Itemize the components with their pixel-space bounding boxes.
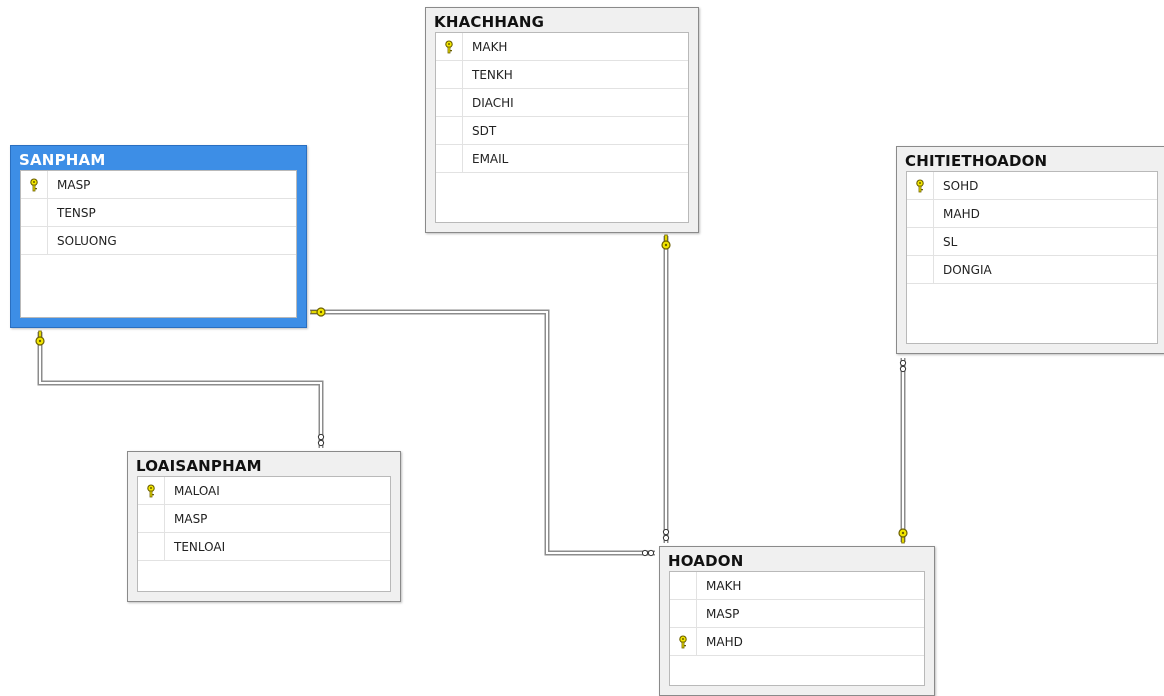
column-name: SOLUONG xyxy=(57,233,117,248)
row-selector[interactable] xyxy=(436,61,463,88)
column-grid: MASP TENSP SOLUONG xyxy=(20,170,297,318)
column-row[interactable]: MALOAI xyxy=(138,477,390,505)
row-selector[interactable] xyxy=(907,200,934,227)
column-grid: MAKH MASP MAHD xyxy=(669,571,925,686)
column-row[interactable]: EMAIL xyxy=(436,145,688,173)
row-selector[interactable] xyxy=(21,227,48,254)
relationship-sanpham-loaisanpham[interactable] xyxy=(35,330,325,448)
row-selector[interactable] xyxy=(670,600,697,627)
row-selector[interactable] xyxy=(138,505,165,532)
relationship-many-icon xyxy=(662,528,670,542)
table-loaisanpham[interactable]: LOAISANPHAM MALOAI MASP TENLOAI xyxy=(127,451,401,602)
row-selector[interactable] xyxy=(436,33,463,60)
table-title: HOADON xyxy=(668,552,744,570)
row-selector[interactable] xyxy=(436,89,463,116)
column-name: MAKH xyxy=(472,39,508,54)
column-row[interactable]: MAHD xyxy=(907,200,1157,228)
primary-key-icon xyxy=(677,634,689,649)
primary-key-icon xyxy=(28,177,40,192)
row-selector[interactable] xyxy=(21,171,48,198)
column-row[interactable]: MASP xyxy=(138,505,390,533)
column-name: SOHD xyxy=(943,178,979,193)
column-name: SL xyxy=(943,234,958,249)
row-selector[interactable] xyxy=(21,199,48,226)
column-name: MAHD xyxy=(706,634,743,649)
column-name: TENKH xyxy=(472,67,513,82)
relationship-many-icon xyxy=(317,433,325,447)
column-row[interactable]: MASP xyxy=(21,171,296,199)
column-row[interactable]: DONGIA xyxy=(907,256,1157,284)
column-name: MAHD xyxy=(943,206,980,221)
column-row[interactable]: DIACHI xyxy=(436,89,688,117)
table-chitiethoadon[interactable]: CHITIETHOADON SOHD MAHD SL DONGIA xyxy=(896,146,1164,354)
column-row[interactable]: MAKH xyxy=(436,33,688,61)
primary-key-icon xyxy=(443,39,455,54)
table-title: KHACHHANG xyxy=(434,13,545,31)
table-title: SANPHAM xyxy=(19,151,106,169)
relationship-hoadon-chitiethoadon[interactable] xyxy=(898,358,908,544)
column-name: TENLOAI xyxy=(174,539,226,554)
column-row[interactable]: MAHD xyxy=(670,628,924,656)
row-selector[interactable] xyxy=(436,117,463,144)
column-name: MASP xyxy=(174,511,208,526)
column-row[interactable]: MAKH xyxy=(670,572,924,600)
relationship-khachhang-hoadon[interactable] xyxy=(661,234,671,543)
column-name: MASP xyxy=(706,606,740,621)
column-name: MAKH xyxy=(706,578,742,593)
row-selector[interactable] xyxy=(907,172,934,199)
row-selector[interactable] xyxy=(138,533,165,560)
column-name: SDT xyxy=(472,123,497,138)
table-hoadon[interactable]: HOADON MAKH MASP MAHD xyxy=(659,546,935,696)
column-name: DIACHI xyxy=(472,95,514,110)
column-row[interactable]: MASP xyxy=(670,600,924,628)
column-row[interactable]: SOHD xyxy=(907,172,1157,200)
row-selector[interactable] xyxy=(436,145,463,172)
column-name: TENSP xyxy=(57,205,96,220)
column-row[interactable]: SL xyxy=(907,228,1157,256)
row-selector[interactable] xyxy=(138,477,165,504)
column-row[interactable]: TENLOAI xyxy=(138,533,390,561)
column-grid: MAKH TENKH DIACHI SDT EMAIL xyxy=(435,32,689,223)
column-grid: MALOAI MASP TENLOAI xyxy=(137,476,391,592)
table-title: LOAISANPHAM xyxy=(136,457,262,475)
relationship-many-icon xyxy=(899,359,907,373)
column-row[interactable]: TENSP xyxy=(21,199,296,227)
row-selector[interactable] xyxy=(670,628,697,655)
relationship-line-inner xyxy=(39,332,322,448)
relationship-many-icon xyxy=(641,549,655,557)
row-selector[interactable] xyxy=(670,572,697,599)
relationship-key-icon xyxy=(661,234,671,250)
column-name: MASP xyxy=(57,177,91,192)
table-title: CHITIETHOADON xyxy=(905,152,1048,170)
relationship-key-icon xyxy=(310,307,326,317)
relationship-line-outer xyxy=(37,332,324,448)
column-row[interactable]: SDT xyxy=(436,117,688,145)
column-grid: SOHD MAHD SL DONGIA xyxy=(906,171,1158,344)
row-selector[interactable] xyxy=(907,228,934,255)
column-row[interactable]: SOLUONG xyxy=(21,227,296,255)
column-name: EMAIL xyxy=(472,151,509,166)
column-name: DONGIA xyxy=(943,262,992,277)
column-name: MALOAI xyxy=(174,483,220,498)
row-selector[interactable] xyxy=(907,256,934,283)
primary-key-icon xyxy=(914,178,926,193)
table-sanpham[interactable]: SANPHAM MASP TENSP SOLUONG xyxy=(10,145,307,328)
primary-key-icon xyxy=(145,483,157,498)
table-khachhang[interactable]: KHACHHANG MAKH TENKH DIACHI SDT EMAIL xyxy=(425,7,699,233)
diagram-canvas[interactable]: KHACHHANG MAKH TENKH DIACHI SDT EMAIL SANPHA… xyxy=(0,0,1164,696)
column-row[interactable]: TENKH xyxy=(436,61,688,89)
relationship-key-icon xyxy=(35,330,45,346)
relationship-key-icon xyxy=(898,528,908,544)
